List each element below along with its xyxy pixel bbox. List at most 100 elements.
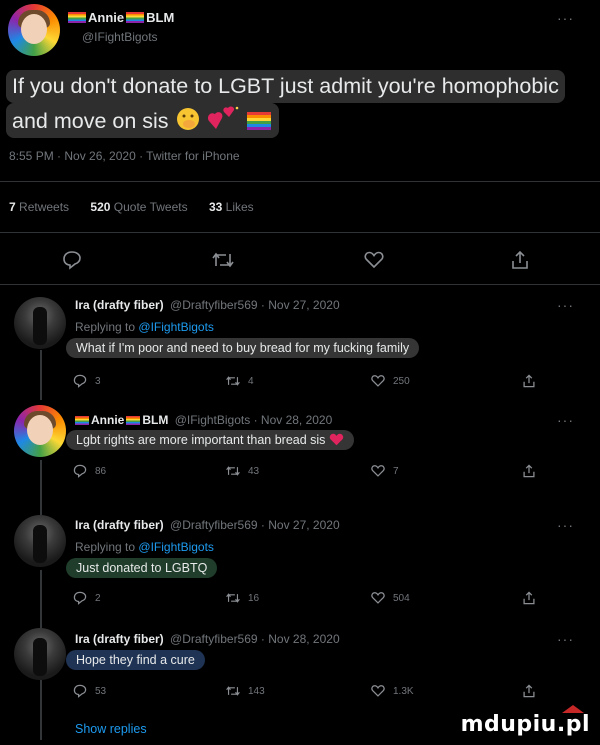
divider	[0, 284, 600, 285]
divider	[0, 232, 600, 233]
thread-line	[40, 350, 42, 400]
more-options-icon[interactable]: ···	[557, 412, 574, 428]
reply-text: Lgbt rights are more important than brea…	[66, 430, 354, 450]
reply-author-name[interactable]: Ira (drafty fiber)	[75, 632, 164, 646]
reply-header: Ira (drafty fiber) @Draftyfiber569 · Nov…	[75, 298, 340, 312]
pride-flag-icon	[75, 416, 89, 425]
share-icon	[523, 374, 535, 388]
reply-action-bar: 3 4 250	[73, 374, 543, 392]
like-button[interactable]: 1.3K	[371, 684, 414, 698]
reply-author-avatar[interactable]	[14, 297, 66, 349]
retweets-stat[interactable]: 7 Retweets	[9, 200, 69, 214]
reply-author-avatar[interactable]	[14, 628, 66, 680]
tweet-text-line-2: and move on sis	[6, 103, 279, 138]
tweet-stats: 7 Retweets 520 Quote Tweets 33 Likes	[9, 200, 254, 214]
share-button[interactable]	[522, 374, 536, 388]
like-icon[interactable]	[364, 251, 384, 269]
watermark-hat-icon	[562, 705, 584, 713]
retweet-button[interactable]: 143	[226, 684, 265, 698]
replying-to: Replying to @IFightBigots	[75, 540, 214, 554]
thread-line	[40, 570, 42, 630]
avatar-figure	[33, 307, 47, 345]
display-name-suffix: BLM	[146, 10, 175, 25]
share-icon	[523, 684, 535, 698]
hand-over-mouth-emoji-icon	[176, 108, 199, 130]
main-author-avatar[interactable]	[8, 4, 60, 56]
reply-icon[interactable]	[62, 250, 82, 270]
replying-to-handle[interactable]: @IFightBigots	[138, 320, 214, 334]
divider	[0, 181, 600, 182]
reply-button[interactable]: 86	[73, 464, 106, 478]
retweet-button[interactable]: 43	[226, 464, 259, 478]
share-button[interactable]	[522, 591, 536, 605]
reply-author-name[interactable]: Ira (drafty fiber)	[75, 298, 164, 312]
share-button[interactable]	[522, 684, 536, 698]
heart-sparkle-emoji-icon	[207, 106, 238, 129]
tweet-text-line-1: If you don't donate to LGBT just admit y…	[6, 70, 565, 103]
retweet-button[interactable]: 16	[226, 591, 259, 605]
thread-line	[40, 460, 42, 515]
reply-icon	[73, 591, 87, 605]
reply-action-bar: 86 43 7	[73, 464, 543, 482]
reply-author-avatar[interactable]	[14, 405, 66, 457]
reply-button[interactable]: 3	[73, 374, 101, 388]
main-tweet-text: If you don't donate to LGBT just admit y…	[6, 70, 598, 138]
reply-action-bar: 2 16 504	[73, 591, 543, 609]
reply-button[interactable]: 53	[73, 684, 106, 698]
more-options-icon[interactable]: ···	[557, 10, 574, 26]
retweet-icon	[226, 593, 240, 603]
reply-icon	[73, 374, 87, 388]
like-button[interactable]: 7	[371, 464, 399, 478]
retweet-icon	[226, 466, 240, 476]
reply-icon	[73, 684, 87, 698]
reply-meta[interactable]: @Draftyfiber569 · Nov 27, 2020	[170, 298, 340, 312]
retweet-icon	[226, 686, 240, 696]
avatar-face	[27, 415, 53, 445]
share-icon	[523, 591, 535, 605]
avatar-face	[21, 14, 47, 44]
reply-author-name[interactable]: Ira (drafty fiber)	[75, 518, 164, 532]
watermark-logo: mdupiu.pl	[461, 705, 590, 737]
like-button[interactable]: 504	[371, 591, 410, 605]
reply-action-bar: 53 143 1.3K	[73, 684, 543, 702]
share-icon	[523, 464, 535, 478]
replying-to-handle[interactable]: @IFightBigots	[138, 540, 214, 554]
retweet-button[interactable]: 4	[226, 374, 254, 388]
share-button[interactable]	[522, 464, 536, 478]
likes-stat[interactable]: 33 Likes	[209, 200, 254, 214]
retweet-icon[interactable]	[212, 251, 234, 269]
main-author-name[interactable]: Annie BLM	[68, 10, 174, 25]
avatar-figure	[33, 525, 47, 563]
more-options-icon[interactable]: ···	[557, 297, 574, 313]
thread-line	[40, 680, 42, 740]
like-button[interactable]: 250	[371, 374, 410, 388]
reply-button[interactable]: 2	[73, 591, 101, 605]
reply-meta[interactable]: @Draftyfiber569 · Nov 27, 2020	[170, 518, 340, 532]
main-action-bar	[0, 250, 600, 272]
like-icon	[371, 592, 385, 604]
reply-text: Hope they find a cure	[66, 650, 205, 670]
reply-meta[interactable]: @IFightBigots · Nov 28, 2020	[175, 413, 333, 427]
reply-header: Ira (drafty fiber) @Draftyfiber569 · Nov…	[75, 632, 340, 646]
more-options-icon[interactable]: ···	[557, 631, 574, 647]
heart-emoji-icon	[329, 433, 344, 446]
reply-author-name[interactable]: Annie BLM	[75, 413, 168, 427]
reply-text: Just donated to LGBTQ	[66, 558, 218, 578]
tweet-timestamp[interactable]: 8:55 PM · Nov 26, 2020 · Twitter for iPh…	[9, 149, 240, 163]
reply-meta[interactable]: @Draftyfiber569 · Nov 28, 2020	[170, 632, 340, 646]
more-options-icon[interactable]: ···	[557, 517, 574, 533]
pride-flag-icon	[126, 12, 145, 23]
quotes-stat[interactable]: 520 Quote Tweets	[90, 200, 187, 214]
pride-flag-icon	[126, 416, 141, 425]
like-icon	[371, 685, 385, 697]
like-icon	[371, 465, 385, 477]
reply-header: Annie BLM @IFightBigots · Nov 28, 2020	[75, 413, 332, 427]
retweet-icon	[226, 376, 240, 386]
avatar-figure	[33, 638, 47, 676]
reply-author-avatar[interactable]	[14, 515, 66, 567]
share-icon[interactable]	[511, 250, 529, 270]
reply-icon	[73, 464, 87, 478]
reply-header: Ira (drafty fiber) @Draftyfiber569 · Nov…	[75, 518, 340, 532]
show-replies-link[interactable]: Show replies	[75, 722, 147, 736]
main-author-handle[interactable]: @IFightBigots	[82, 30, 158, 44]
